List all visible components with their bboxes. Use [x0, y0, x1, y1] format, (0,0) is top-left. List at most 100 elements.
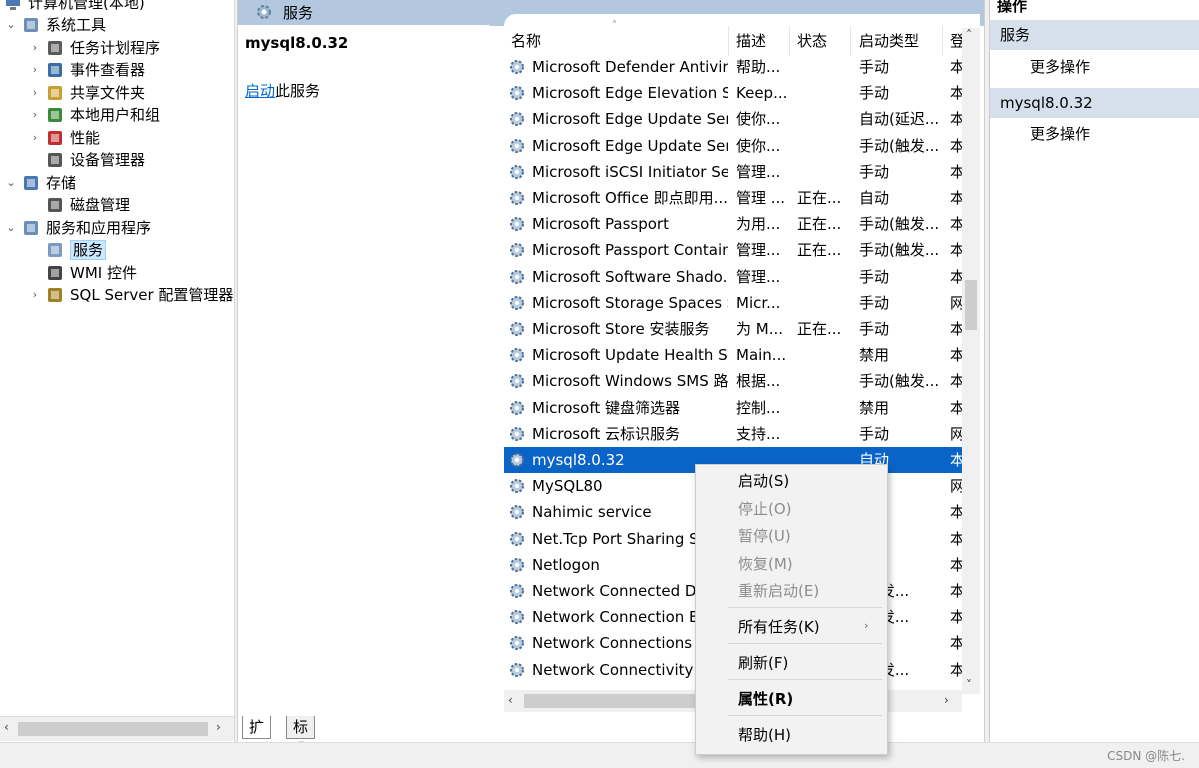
service-row[interactable]: Microsoft Software Shado... 管理... 手动 本 [504, 264, 962, 290]
service-description: 为用... [736, 215, 781, 234]
scroll-right-icon[interactable]: › [216, 720, 221, 734]
service-logon-as: 本 [950, 267, 962, 286]
more-actions-mysql[interactable]: 更多操作 [1030, 123, 1090, 144]
tab-standard[interactable]: 标准 [286, 716, 316, 758]
service-logon-as: 本 [950, 555, 962, 574]
service-name: Microsoft Software Shado... [532, 267, 728, 286]
menu-item-refresh[interactable]: 刷新(F) [738, 651, 788, 675]
service-logon-as: 本 [950, 320, 962, 338]
gear-icon [508, 661, 526, 679]
gear-icon [508, 189, 526, 207]
tree-item[interactable]: 服务 [28, 239, 107, 261]
chevron-right-icon[interactable]: › [28, 59, 42, 81]
chevron-right-icon[interactable]: › [28, 37, 42, 59]
service-logon-as: 本 [950, 608, 962, 627]
gear-icon [508, 582, 526, 600]
tree-root-computer-management[interactable]: 计算机管理(本地) [4, 0, 145, 14]
service-row[interactable]: Microsoft Store 安装服务 为 M... 正在... 手动 本 [504, 316, 962, 342]
service-row[interactable]: Microsoft Edge Update Ser... 使你... 手动(触发..… [504, 133, 962, 159]
actions-section-mysql[interactable]: mysql8.0.32 [990, 88, 1199, 118]
tree-item[interactable]: ⌄ 服务和应用程序 [4, 217, 151, 239]
service-row[interactable]: Microsoft iSCSI Initiator Ser... 管理... 手动 本 [504, 159, 962, 185]
scroll-thumb[interactable] [965, 280, 977, 330]
scroll-up-icon[interactable]: ˄ [966, 28, 972, 42]
service-row[interactable]: Microsoft Passport 为用... 正在... 手动(触发... 本 [504, 211, 962, 237]
service-row[interactable]: Microsoft Edge Update Ser... 使你... 自动(延迟..… [504, 106, 962, 132]
tree-item-label: 系统工具 [46, 16, 107, 34]
chevron-down-icon[interactable]: ⌄ [4, 217, 18, 239]
scroll-left-icon[interactable]: ‹ [508, 693, 513, 707]
tree-horizontal-scrollbar[interactable]: ‹ › [0, 716, 234, 741]
tree-item-label: 存储 [46, 174, 77, 192]
service-description: 支持... [736, 424, 781, 443]
service-logon-as: 本 [950, 582, 962, 600]
tree-item[interactable]: › 任务计划程序 [28, 37, 160, 59]
service-startup-type: 手动(触发... [859, 372, 940, 391]
start-service-link[interactable]: 启动 [245, 82, 275, 100]
wmi-icon [46, 264, 64, 282]
tree-item[interactable]: › SQL Server 配置管理器 [28, 284, 234, 306]
chevron-right-icon[interactable]: › [28, 104, 42, 126]
service-row[interactable]: Microsoft Passport Container 管理... 正在... 手动… [504, 237, 962, 263]
menu-item-all-tasks[interactable]: 所有任务(K) [738, 615, 820, 639]
tree-item[interactable]: ⌄ 系统工具 [4, 14, 106, 36]
service-row[interactable]: Microsoft Storage Spaces S... Micr... 手动 网 [504, 290, 962, 316]
chevron-right-icon[interactable]: › [28, 82, 42, 104]
column-header-startup-type[interactable]: 启动类型 [859, 30, 919, 52]
tree-item[interactable]: 设备管理器 [28, 149, 145, 171]
tree-item[interactable]: › 事件查看器 [28, 59, 145, 81]
gear-icon [508, 320, 526, 338]
service-logon-as: 本 [950, 451, 962, 469]
gear-icon [508, 425, 526, 443]
tree-item[interactable]: 磁盘管理 [28, 194, 130, 216]
service-row[interactable]: Microsoft Defender Antivir... 帮助... 手动 本 [504, 54, 962, 80]
service-logon-as: 网 [950, 293, 962, 312]
menu-item-start[interactable]: 启动(S) [738, 469, 789, 493]
service-name: Microsoft Passport Container [532, 241, 728, 260]
menu-item-help[interactable]: 帮助(H) [738, 723, 791, 747]
more-actions-services[interactable]: 更多操作 [1030, 56, 1090, 77]
chevron-down-icon[interactable]: ⌄ [4, 14, 18, 36]
selected-service-title: mysql8.0.32 [245, 34, 349, 52]
service-name: Microsoft Edge Elevation S... [532, 84, 728, 103]
menu-item-stop[interactable]: 停止(O) [738, 497, 792, 521]
computer-icon [4, 0, 22, 12]
service-row[interactable]: Microsoft Edge Elevation S... Keep... 手动 本 [504, 80, 962, 106]
tree-item[interactable]: WMI 控件 [28, 262, 137, 284]
gear-icon [508, 451, 526, 469]
scroll-down-icon[interactable]: ˅ [966, 678, 972, 692]
scroll-thumb[interactable] [18, 722, 208, 736]
service-startup-type: 手动(触发... [859, 241, 940, 260]
chevron-right-icon[interactable]: › [28, 127, 42, 149]
menu-item-properties[interactable]: 属性(R) [738, 687, 793, 711]
tree-item[interactable]: › 本地用户和组 [28, 104, 160, 126]
tree-item[interactable]: ⌄ 存储 [4, 172, 76, 194]
tab-extended[interactable]: 扩展 [242, 716, 272, 758]
column-header-description[interactable]: 描述 [736, 30, 766, 52]
chevron-right-icon[interactable]: › [28, 284, 42, 306]
service-row[interactable]: Microsoft 键盘筛选器 控制... 禁用 本 [504, 395, 962, 421]
list-vertical-scrollbar[interactable]: ˄ ˅ [962, 28, 980, 694]
service-row[interactable]: Microsoft 云标识服务 支持... 手动 网 [504, 421, 962, 447]
column-header-name[interactable]: 名称 [511, 30, 541, 52]
gear-icon [508, 477, 526, 495]
scroll-left-icon[interactable]: ‹ [4, 720, 9, 734]
menu-item-resume[interactable]: 恢复(M) [738, 552, 793, 576]
scroll-right-icon[interactable]: › [944, 693, 949, 707]
menu-item-restart[interactable]: 重新启动(E) [738, 579, 819, 603]
column-header-status[interactable]: 状态 [797, 30, 827, 52]
service-row[interactable]: Microsoft Update Health S... Main... 禁用 本 [504, 342, 962, 368]
tree-item-label: 服务 [70, 240, 107, 260]
service-startup-type: 禁用 [859, 398, 890, 417]
tree-item[interactable]: › 共享文件夹 [28, 82, 145, 104]
service-startup-type: 手动 [859, 424, 890, 443]
tree-item[interactable]: › 性能 [28, 127, 100, 149]
service-row[interactable]: Microsoft Office 即点即用... 管理 ... 正在... 自动 本 [504, 185, 962, 211]
service-row[interactable]: Microsoft Windows SMS 路... 根据... 手动(触发... 本 [504, 368, 962, 394]
chevron-down-icon[interactable]: ⌄ [4, 172, 18, 194]
actions-pane: 操作 服务 更多操作 mysql8.0.32 更多操作 [989, 0, 1199, 742]
services-header-title: 服务 [283, 4, 314, 22]
menu-item-pause[interactable]: 暂停(U) [738, 524, 791, 548]
actions-section-services[interactable]: 服务 [990, 20, 1199, 50]
service-startup-type: 手动 [859, 320, 890, 338]
